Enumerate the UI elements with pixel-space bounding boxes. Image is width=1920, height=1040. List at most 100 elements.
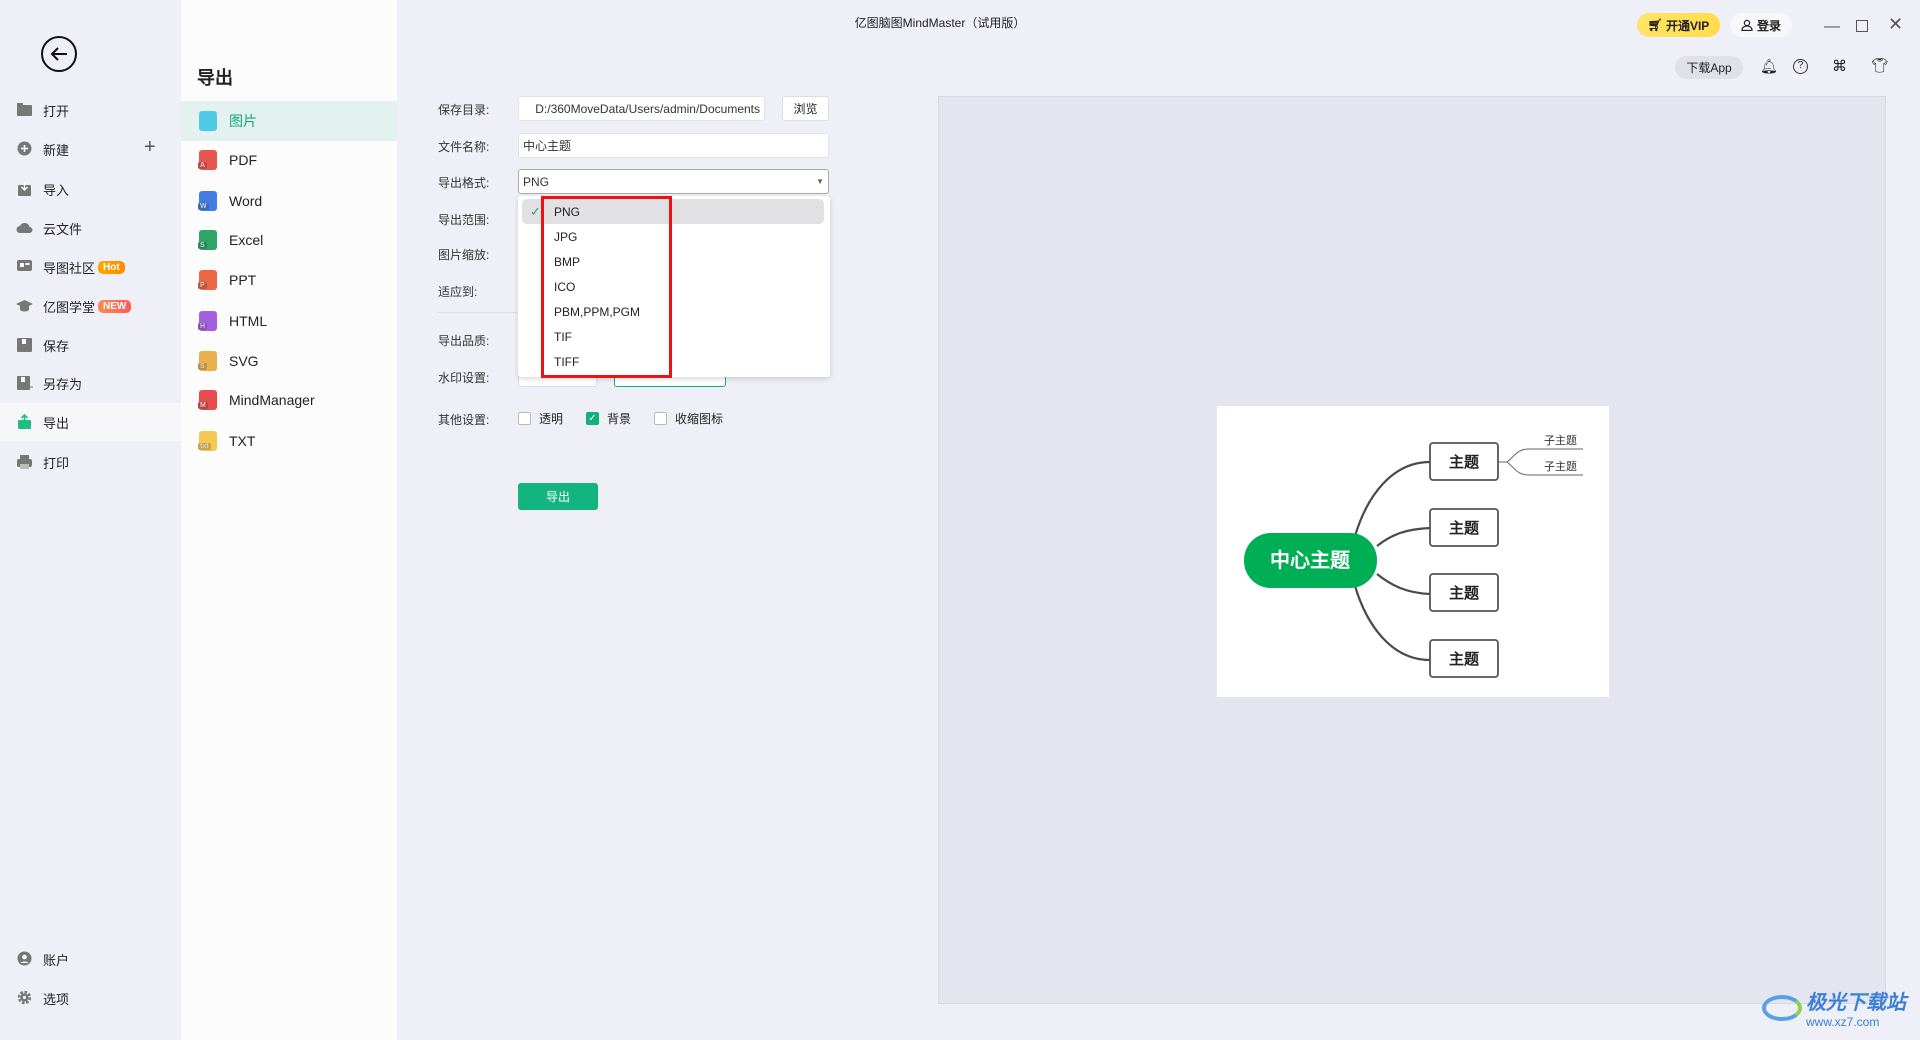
vip-label: 开通VIP	[1665, 18, 1710, 33]
option-checkbox-2[interactable]: 收缩图标	[654, 410, 723, 427]
arrow-left-icon	[50, 47, 67, 61]
branch-line	[1353, 460, 1431, 537]
save-dir-label: 保存目录:	[438, 103, 490, 117]
branch-line	[1353, 585, 1431, 662]
export-button[interactable]: 导出	[518, 483, 598, 510]
folder-icon	[16, 103, 33, 118]
graduation-cap-icon	[16, 299, 33, 314]
checkbox[interactable]: ✓	[586, 412, 599, 425]
bell-icon[interactable]: 🔔︎	[1760, 58, 1778, 75]
vip-button[interactable]: 🛒︎ 开通VIP	[1637, 13, 1720, 37]
sidebar-item-label: 导出	[43, 415, 70, 431]
sidebar-item-label: 另存为	[43, 376, 83, 392]
save-icon	[16, 338, 33, 353]
checkbox-label: 收缩图标	[675, 412, 724, 426]
export-type-label: 图片	[229, 113, 257, 129]
format-select[interactable]: PNG ▼	[518, 169, 829, 194]
sidebar-bottom-item-0[interactable]: 账户	[0, 940, 181, 978]
watermark-logo	[1762, 994, 1802, 1021]
file-type-icon: S	[198, 351, 217, 371]
scale-label: 图片缩放:	[438, 248, 490, 262]
back-button[interactable]	[41, 36, 77, 72]
help-icon[interactable]: ?	[1793, 59, 1808, 74]
sidebar: 打开 新建 导入 云文件 导图社区 Hot 亿图学堂 NEW 保存 另存为 导出 打印 账户 选项 +	[0, 0, 181, 1040]
export-type-0[interactable]: 图片	[181, 101, 397, 141]
topic-text: 主题	[1449, 519, 1480, 537]
sidebar-item-label: 打印	[43, 455, 70, 471]
export-type-2[interactable]: W Word	[181, 181, 397, 221]
site-watermark: 极光下载站 www.xz7.com	[1762, 986, 1906, 1029]
plus-circle-icon	[16, 141, 33, 157]
checkbox[interactable]	[518, 412, 531, 425]
branch-line	[1376, 573, 1431, 596]
minimize-button[interactable]: —	[1824, 18, 1840, 36]
export-type-4[interactable]: P PPT	[181, 260, 397, 300]
download-app-button[interactable]: 下载App	[1675, 56, 1743, 79]
login-label: 登录	[1756, 18, 1781, 33]
watermark-label: 水印设置:	[438, 371, 490, 385]
checkbox-label: 背景	[607, 412, 632, 426]
new-plus-button[interactable]: +	[144, 136, 156, 159]
range-label: 导出范围:	[438, 213, 490, 227]
export-type-8[interactable]: txt TXT	[181, 421, 397, 461]
export-type-5[interactable]: H HTML	[181, 301, 397, 341]
window-title-text: 亿图脑图MindMaster（试用版）	[854, 16, 1026, 30]
checkbox[interactable]	[654, 412, 667, 425]
filename-label: 文件名称:	[438, 140, 490, 154]
export-icon	[16, 414, 33, 430]
central-topic-text: 中心主题	[1270, 548, 1351, 572]
subtopic-text: 子主题	[1544, 460, 1577, 473]
quality-label: 导出品质:	[438, 334, 490, 348]
sidebar-item-label: 导图社区	[43, 260, 96, 276]
skin-shirt-icon[interactable]: 👕︎	[1871, 57, 1889, 74]
sidebar-item-6[interactable]: 保存	[0, 326, 181, 364]
filename-input[interactable]: 中心主题	[518, 133, 829, 158]
panel-title: 导出	[197, 68, 233, 88]
login-button[interactable]: 登录	[1730, 13, 1792, 37]
export-type-6[interactable]: S SVG	[181, 341, 397, 381]
file-type-icon: txt	[198, 431, 217, 451]
file-type-icon	[199, 111, 217, 131]
watermark-url: www.xz7.com	[1806, 1015, 1880, 1029]
sidebar-item-8[interactable]: 导出	[0, 403, 181, 441]
option-checkbox-0[interactable]: 透明	[518, 410, 563, 427]
export-type-1[interactable]: A PDF	[181, 140, 397, 180]
option-checkbox-1[interactable]: ✓ 背景	[586, 410, 631, 427]
user-icon	[16, 951, 33, 967]
printer-icon	[16, 455, 33, 470]
file-type-icon: P	[198, 270, 217, 290]
sidebar-bottom-item-1[interactable]: 选项	[0, 979, 181, 1017]
sidebar-item-4[interactable]: 导图社区 Hot	[0, 248, 181, 286]
community-icon	[16, 260, 33, 275]
export-type-7[interactable]: M MindManager	[181, 380, 397, 420]
sidebar-item-5[interactable]: 亿图学堂 NEW	[0, 287, 181, 325]
sidebar-item-label: 打开	[43, 103, 70, 119]
export-type-label: PDF	[229, 152, 257, 168]
subtopic-text: 子主题	[1544, 434, 1577, 447]
highlight-annotation-box	[541, 196, 672, 378]
sidebar-item-2[interactable]: 导入	[0, 170, 181, 208]
sidebar-item-0[interactable]: 打开	[0, 91, 181, 129]
close-button[interactable]: ✕	[1888, 14, 1903, 35]
import-icon	[16, 182, 33, 197]
save-dir-input[interactable]: D:/360MoveData/Users/admin/Documents	[518, 96, 765, 121]
maximize-button[interactable]	[1856, 20, 1868, 32]
sidebar-item-label: 账户	[43, 952, 70, 968]
file-type-icon: H	[198, 311, 217, 331]
browse-button[interactable]: 浏览	[782, 96, 829, 121]
export-type-label: SVG	[229, 353, 259, 369]
apps-icon[interactable]: ⌘	[1832, 57, 1847, 75]
sidebar-item-7[interactable]: 另存为	[0, 364, 181, 402]
export-type-3[interactable]: S Excel	[181, 220, 397, 260]
topic-text: 主题	[1449, 650, 1480, 668]
export-type-label: MindManager	[229, 392, 315, 408]
sidebar-item-label: 亿图学堂	[43, 299, 96, 315]
preview-area: 中心主题 主题 主题 主题 主题 子主题 子主题	[938, 96, 1886, 1004]
sidebar-item-3[interactable]: 云文件	[0, 209, 181, 247]
caret-down-icon: ▼	[816, 177, 824, 186]
format-label: 导出格式:	[438, 176, 490, 190]
checkbox-label: 透明	[539, 412, 564, 426]
sidebar-item-9[interactable]: 打印	[0, 443, 181, 481]
cart-icon: 🛒︎	[1647, 18, 1663, 32]
window-title: 亿图脑图MindMaster（试用版）	[0, 14, 1900, 31]
